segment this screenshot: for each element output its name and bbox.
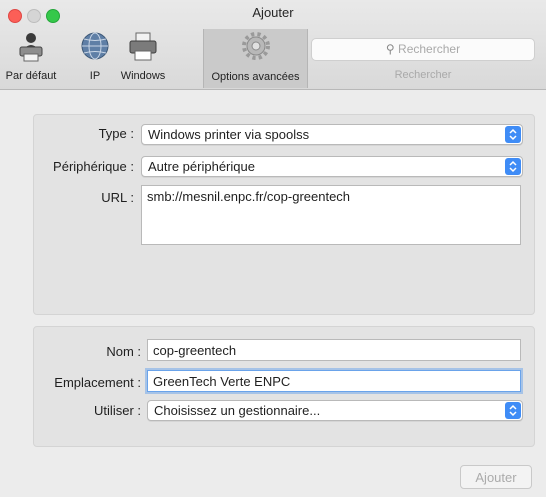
tab-default[interactable]: Par défaut	[0, 28, 62, 88]
chevron-updown-icon	[505, 402, 521, 419]
add-printer-window: Ajouter Par défaut IP Windows Options av…	[0, 0, 546, 497]
device-value: Autre périphérique	[148, 159, 255, 174]
name-label: Nom :	[106, 344, 141, 359]
tab-ip[interactable]: IP	[76, 28, 114, 88]
type-popup[interactable]: Windows printer via spoolss	[141, 124, 523, 145]
gear-icon	[241, 32, 270, 60]
printer-default-icon	[19, 33, 43, 62]
location-value: GreenTech Verte ENPC	[153, 374, 291, 389]
search-caption: Rechercher	[394, 69, 452, 81]
url-field[interactable]: smb://mesnil.enpc.fr/cop-greentech	[141, 185, 521, 245]
toolbar: Ajouter Par défaut IP Windows Options av…	[0, 0, 546, 90]
type-label: Type :	[98, 126, 134, 141]
chevron-updown-icon	[505, 126, 521, 143]
tab-advanced-options-label: Options avancées	[211, 71, 300, 83]
search-icon: ⚲	[385, 42, 395, 56]
chevron-updown-icon	[505, 158, 521, 175]
printer-icon	[129, 32, 157, 61]
location-label: Emplacement :	[54, 375, 141, 390]
search-input[interactable]: ⚲ Rechercher	[311, 38, 535, 61]
driver-label: Utiliser :	[94, 403, 141, 418]
type-value: Windows printer via spoolss	[148, 127, 310, 142]
tab-windows-label: Windows	[120, 70, 166, 82]
tab-default-label: Par défaut	[5, 70, 57, 82]
tab-windows[interactable]: Windows	[113, 28, 173, 88]
search-placeholder-text: Rechercher	[398, 42, 461, 56]
globe-icon	[81, 32, 109, 60]
url-value: smb://mesnil.enpc.fr/cop-greentech	[147, 189, 351, 204]
tab-ip-label: IP	[89, 70, 101, 82]
device-popup[interactable]: Autre périphérique	[141, 156, 523, 177]
url-label: URL :	[101, 190, 134, 205]
driver-value: Choisissez un gestionnaire...	[154, 403, 321, 418]
tab-advanced-options[interactable]: Options avancées	[203, 29, 308, 88]
add-button[interactable]: Ajouter	[460, 465, 532, 489]
device-label: Périphérique :	[53, 159, 134, 174]
name-field[interactable]: cop-greentech	[147, 339, 521, 361]
location-field[interactable]: GreenTech Verte ENPC	[147, 370, 521, 392]
window-title: Ajouter	[252, 5, 294, 20]
add-button-label: Ajouter	[475, 470, 517, 485]
search-placeholder: ⚲ Rechercher	[312, 42, 534, 56]
driver-popup[interactable]: Choisissez un gestionnaire...	[147, 400, 523, 421]
name-value: cop-greentech	[153, 343, 237, 358]
